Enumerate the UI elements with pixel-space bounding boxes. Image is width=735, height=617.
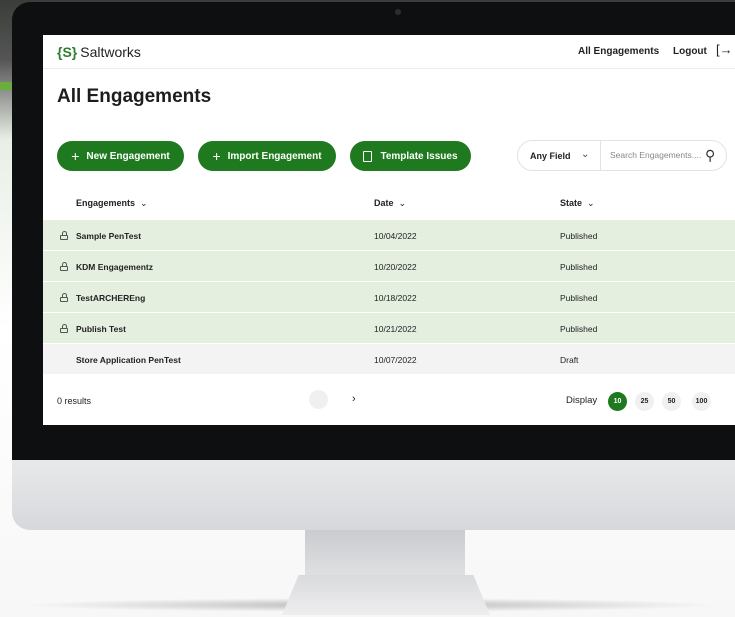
column-header-date[interactable]: Date ⌄ [374,198,406,209]
import-engagement-label: Import Engagement [227,150,322,162]
search-input[interactable] [610,150,702,160]
column-header-label: State [560,198,583,208]
lock-icon [60,231,68,240]
chevron-down-icon: ⌄ [587,198,595,208]
table-row[interactable]: Publish Test 10/21/2022 Published [43,313,735,344]
logout-icon[interactable]: [→ [716,42,733,57]
engagement-date: 10/21/2022 [374,324,417,334]
search-bar: Any Field ⌄ ⚲ [517,140,727,171]
engagement-state: Published [560,231,598,241]
search-divider [600,141,601,170]
chevron-down-icon[interactable]: ⌄ [581,149,589,160]
engagement-date: 10/04/2022 [374,231,417,241]
engagement-name[interactable]: Publish Test [76,324,126,334]
search-field-select[interactable]: Any Field [530,151,571,161]
logout-link[interactable]: Logout [673,46,707,57]
document-icon [363,150,373,162]
import-engagement-button[interactable]: + Import Engagement [198,141,336,171]
search-icon[interactable]: ⚲ [705,147,715,164]
lock-icon [60,262,68,271]
saltworks-logo[interactable]: {S} Saltworks [57,44,141,60]
template-issues-button[interactable]: Template Issues [350,141,471,171]
table-row[interactable]: Store Application PenTest 10/07/2022 Dra… [43,344,735,375]
monitor-chin [12,460,735,530]
engagement-name[interactable]: TestARCHEREng [76,293,145,303]
template-issues-label: Template Issues [380,150,458,162]
nav-all-engagements-link[interactable]: All Engagements [578,46,659,57]
logo-mark: {S} [57,44,78,60]
column-header-label: Engagements [76,198,136,208]
lock-icon [60,293,68,302]
page-size-option-10[interactable]: 10 [608,392,627,411]
monitor-stand-foot [282,575,490,615]
logo-text: Saltworks [80,44,141,60]
engagement-name[interactable]: Sample PenTest [76,231,141,241]
top-navigation-bar: {S} Saltworks All Engagements Logout [→ [43,35,735,69]
engagement-state: Published [560,293,598,303]
new-engagement-label: New Engagement [86,150,170,162]
engagement-name[interactable]: KDM Engagementz [76,262,153,272]
previous-page-button[interactable] [309,390,328,409]
column-header-state[interactable]: State ⌄ [560,198,595,209]
camera-icon [395,9,401,15]
table-row[interactable]: Sample PenTest 10/04/2022 Published [43,220,735,251]
page-size-option-50[interactable]: 50 [662,392,681,411]
engagement-date: 10/18/2022 [374,293,417,303]
app-screen: {S} Saltworks All Engagements Logout [→ … [43,35,735,425]
chevron-down-icon: ⌄ [140,198,148,208]
next-page-button[interactable]: › [352,393,356,405]
plus-icon: + [71,148,80,164]
engagement-state: Published [560,262,598,272]
new-engagement-button[interactable]: + New Engagement [57,141,184,171]
logout-arrow: → [719,42,733,57]
plus-icon: + [212,148,221,164]
engagement-date: 10/20/2022 [374,262,417,272]
engagement-date: 10/07/2022 [374,355,417,365]
lock-icon [60,324,68,333]
engagement-state: Published [560,324,598,334]
column-header-label: Date [374,198,394,208]
display-label: Display [566,395,598,406]
page-size-option-100[interactable]: 100 [692,392,711,411]
results-count: 0 results [57,396,92,406]
column-header-engagements[interactable]: Engagements ⌄ [76,198,148,209]
engagement-state: Draft [560,355,579,365]
page-title: All Engagements [57,86,212,107]
engagement-name[interactable]: Store Application PenTest [76,355,181,365]
table-row[interactable]: TestARCHEREng 10/18/2022 Published [43,282,735,313]
page-size-option-25[interactable]: 25 [635,392,654,411]
chevron-down-icon: ⌄ [398,198,407,208]
table-row[interactable]: KDM Engagementz 10/20/2022 Published [43,251,735,282]
